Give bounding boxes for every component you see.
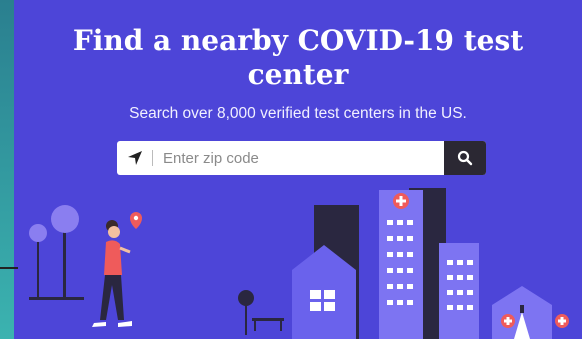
- person-illustration: [92, 220, 132, 327]
- hospital-tower: [379, 190, 423, 339]
- hero-section: Find a nearby COVID-19 test center Searc…: [14, 0, 582, 339]
- city-illustration: [29, 188, 569, 339]
- medical-tent: [492, 286, 569, 339]
- tree-small: [29, 224, 47, 300]
- map-pin-icon: [130, 212, 142, 229]
- left-edge-strip: [0, 0, 14, 339]
- park-bench: [238, 290, 284, 335]
- office-building: [439, 243, 479, 339]
- ground-line: [0, 267, 18, 269]
